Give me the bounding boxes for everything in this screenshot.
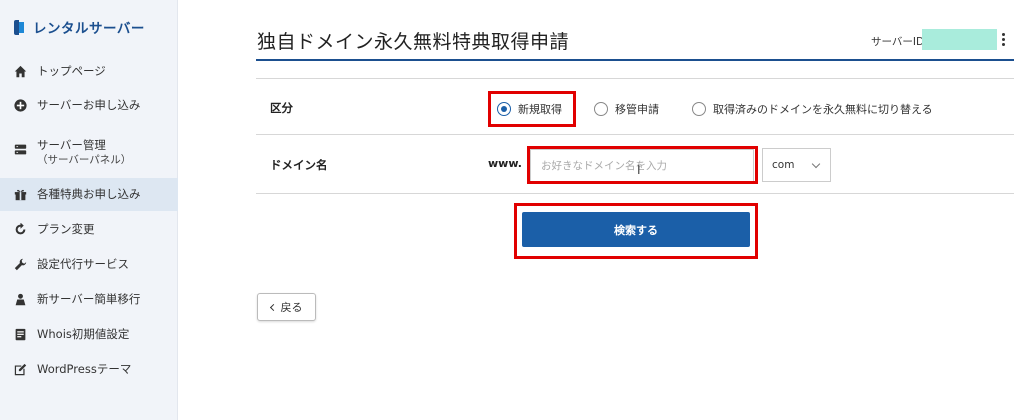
server-id-value	[922, 29, 997, 50]
sidebar-item-server-apply[interactable]: サーバーお申し込み	[0, 98, 178, 113]
sidebar-item-whois[interactable]: Whois初期値設定	[0, 327, 178, 342]
row-divider	[256, 78, 1014, 79]
domain-input[interactable]	[530, 149, 754, 182]
radio-new-registration[interactable]: 新規取得	[497, 101, 562, 117]
gift-icon	[14, 188, 27, 201]
server-id-label: サーバーID	[871, 36, 925, 48]
radio-transfer[interactable]: 移管申請	[594, 101, 659, 117]
sidebar-item-server-panel[interactable]: サーバー管理 （サーバーパネル）	[0, 134, 178, 168]
tld-select[interactable]: com	[762, 148, 831, 182]
sidebar-item-label: WordPressテーマ	[37, 362, 132, 376]
wrench-icon	[14, 258, 27, 271]
server-logo-icon	[14, 19, 24, 35]
title-underline	[256, 59, 1014, 61]
sidebar-item-label: プラン変更	[37, 222, 95, 236]
sidebar-item-plan-change[interactable]: プラン変更	[0, 222, 178, 237]
migrate-icon	[14, 293, 27, 306]
sidebar: レンタルサーバー トップページ サーバーお申し込み サーバー管理 （サーバーパネ…	[0, 0, 178, 420]
home-icon	[14, 65, 27, 78]
sidebar-item-migration[interactable]: 新サーバー簡単移行	[0, 292, 178, 307]
radio-label: 新規取得	[518, 103, 562, 116]
chevron-left-icon	[269, 303, 277, 311]
radio-switch-existing[interactable]: 取得済みのドメインを永久無料に切り替える	[692, 101, 933, 117]
category-label: 区分	[270, 101, 293, 115]
more-menu-icon[interactable]	[998, 29, 1008, 50]
refresh-icon	[14, 223, 27, 236]
radio-unchecked-icon	[692, 102, 706, 116]
sidebar-item-label: 設定代行サービス	[37, 257, 129, 271]
sidebar-item-label: トップページ	[37, 64, 106, 78]
page-title: 独自ドメイン永久無料特典取得申請	[257, 31, 570, 53]
sidebar-item-label: サーバーお申し込み	[37, 98, 141, 112]
sidebar-item-sublabel: （サーバーパネル）	[37, 154, 132, 166]
brand-name: レンタルサーバー	[33, 21, 145, 37]
row-divider	[256, 193, 1014, 194]
sidebar-item-label: サーバー管理	[37, 138, 106, 152]
sidebar-item-setup-service[interactable]: 設定代行サービス	[0, 257, 178, 272]
sidebar-item-top-page[interactable]: トップページ	[0, 64, 178, 79]
brand-logo[interactable]: レンタルサーバー	[14, 17, 145, 37]
sidebar-item-label: Whois初期値設定	[37, 327, 130, 341]
radio-checked-icon	[497, 102, 511, 116]
radio-label: 移管申請	[615, 103, 659, 116]
sidebar-item-label: 新サーバー簡単移行	[37, 292, 141, 306]
back-button-label: 戻る	[280, 301, 303, 314]
sidebar-item-benefits[interactable]: 各種特典お申し込み	[0, 178, 178, 211]
row-divider	[256, 134, 1014, 135]
chevron-down-icon	[811, 159, 821, 169]
sidebar-item-wordpress-theme[interactable]: WordPressテーマ	[0, 362, 178, 377]
search-button[interactable]: 検索する	[522, 212, 750, 247]
edit-icon	[14, 363, 27, 376]
radio-label: 取得済みのドメインを永久無料に切り替える	[713, 103, 933, 116]
tld-selected-value: com	[772, 159, 795, 171]
back-button[interactable]: 戻る	[257, 293, 316, 321]
domain-name-label: ドメイン名	[270, 158, 328, 172]
document-icon	[14, 328, 27, 341]
radio-unchecked-icon	[594, 102, 608, 116]
www-prefix: www.	[488, 157, 522, 170]
sidebar-item-label: 各種特典お申し込み	[37, 187, 141, 201]
server-icon	[14, 143, 27, 156]
plus-circle-icon	[14, 99, 27, 112]
